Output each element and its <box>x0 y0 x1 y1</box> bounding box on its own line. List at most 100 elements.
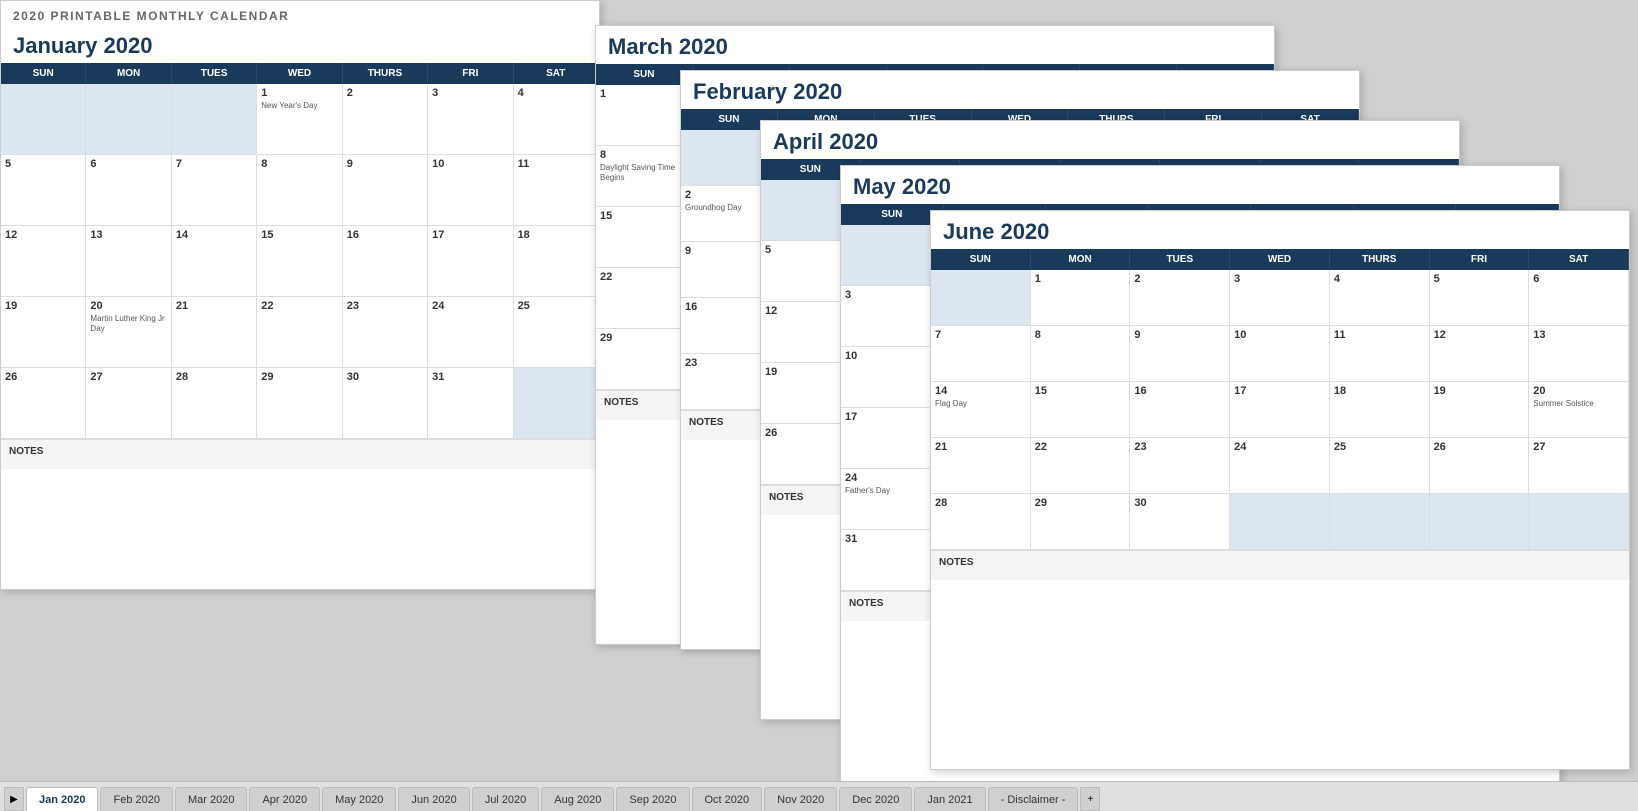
table-row: 19 20 Martin Luther King Jr Day 21 22 23… <box>1 297 599 368</box>
list-item: 29 <box>257 368 342 438</box>
jan-day-thu: THURS <box>343 63 428 84</box>
tab-jan-2021[interactable]: Jan 2021 <box>914 787 985 811</box>
list-item: 15 <box>596 207 693 267</box>
june-calendar: June 2020 SUN MON TUES WED THURS FRI SAT… <box>930 210 1630 770</box>
tab-scroll-left[interactable]: ▶ <box>4 787 24 811</box>
jan-day-tue: TUES <box>172 63 257 84</box>
list-item: 25 <box>514 297 599 367</box>
list-item <box>1230 494 1330 549</box>
june-notes: NOTES <box>931 550 1629 580</box>
list-item <box>86 84 171 154</box>
tab-aug-2020[interactable]: Aug 2020 <box>541 787 614 811</box>
tab-nov-2020[interactable]: Nov 2020 <box>764 787 837 811</box>
march-title: March 2020 <box>596 26 1274 64</box>
list-item: 20 Summer Solstice <box>1529 382 1629 437</box>
tab-mar-2020[interactable]: Mar 2020 <box>175 787 247 811</box>
main-content: 2020 PRINTABLE MONTHLY CALENDAR January … <box>0 0 1638 781</box>
june-body: 1 2 3 4 5 6 7 8 9 10 11 12 13 <box>931 270 1629 550</box>
tab-disclaimer[interactable]: - Disclaimer - <box>988 787 1079 811</box>
list-item: 14 Flag Day <box>931 382 1031 437</box>
list-item <box>931 270 1031 325</box>
list-item: 29 <box>1031 494 1131 549</box>
table-row: 28 29 30 <box>931 494 1629 550</box>
list-item: 12 <box>1 226 86 296</box>
page-super-title: 2020 PRINTABLE MONTHLY CALENDAR <box>1 1 599 25</box>
list-item: 17 <box>428 226 513 296</box>
list-item: 22 <box>1031 438 1131 493</box>
tab-jun-2020[interactable]: Jun 2020 <box>398 787 469 811</box>
list-item <box>1 84 86 154</box>
list-item: 6 <box>1529 270 1629 325</box>
list-item: 28 <box>931 494 1031 549</box>
list-item: 22 <box>257 297 342 367</box>
list-item: 11 <box>514 155 599 225</box>
list-item: 31 <box>841 530 944 590</box>
table-row: 7 8 9 10 11 12 13 <box>931 326 1629 382</box>
list-item: 7 <box>172 155 257 225</box>
list-item: 10 <box>428 155 513 225</box>
january-body: 1 New Year's Day 2 3 4 5 6 7 8 9 10 11 <box>1 84 599 439</box>
jan-day-wed: WED <box>257 63 342 84</box>
list-item: 19 <box>1430 382 1530 437</box>
list-item: 22 <box>596 268 693 328</box>
june-header: SUN MON TUES WED THURS FRI SAT <box>931 249 1629 270</box>
january-header: SUN MON TUES WED THURS FRI SAT <box>1 63 599 84</box>
list-item: 31 <box>428 368 513 438</box>
tab-dec-2020[interactable]: Dec 2020 <box>839 787 912 811</box>
january-title: January 2020 <box>1 25 599 63</box>
tab-jul-2020[interactable]: Jul 2020 <box>472 787 540 811</box>
list-item: 24 <box>1230 438 1330 493</box>
list-item: 9 <box>1130 326 1230 381</box>
list-item: 27 <box>1529 438 1629 493</box>
list-item <box>172 84 257 154</box>
tab-jan-2020[interactable]: Jan 2020 <box>26 787 98 811</box>
list-item: 8 <box>1031 326 1131 381</box>
jan-day-mon: MON <box>86 63 171 84</box>
list-item: 23 <box>343 297 428 367</box>
jan-day-sat: SAT <box>514 63 599 84</box>
january-calendar: 2020 PRINTABLE MONTHLY CALENDAR January … <box>0 0 600 590</box>
list-item: 8 Daylight Saving Time Begins <box>596 146 693 206</box>
tab-scroll-right[interactable]: + <box>1080 787 1100 811</box>
list-item: 24 <box>428 297 513 367</box>
list-item <box>1529 494 1629 549</box>
list-item: 4 <box>1330 270 1430 325</box>
tab-sep-2020[interactable]: Sep 2020 <box>616 787 689 811</box>
list-item: 18 <box>1330 382 1430 437</box>
april-title: April 2020 <box>761 121 1459 159</box>
list-item: 27 <box>86 368 171 438</box>
table-row: 21 22 23 24 25 26 27 <box>931 438 1629 494</box>
list-item: 28 <box>172 368 257 438</box>
list-item: 26 <box>1 368 86 438</box>
list-item: 16 <box>343 226 428 296</box>
table-row: 1 New Year's Day 2 3 4 <box>1 84 599 155</box>
tab-bar: ▶ Jan 2020 Feb 2020 Mar 2020 Apr 2020 Ma… <box>0 781 1638 811</box>
tab-oct-2020[interactable]: Oct 2020 <box>692 787 763 811</box>
list-item: 6 <box>86 155 171 225</box>
list-item: 26 <box>1430 438 1530 493</box>
list-item <box>1330 494 1430 549</box>
list-item: 12 <box>1430 326 1530 381</box>
list-item: 10 <box>1230 326 1330 381</box>
tab-apr-2020[interactable]: Apr 2020 <box>249 787 320 811</box>
list-item: 15 <box>1031 382 1131 437</box>
table-row: 5 6 7 8 9 10 11 <box>1 155 599 226</box>
table-row: 12 13 14 15 16 17 18 <box>1 226 599 297</box>
february-title: February 2020 <box>681 71 1359 109</box>
list-item <box>1430 494 1530 549</box>
list-item: 16 <box>1130 382 1230 437</box>
list-item: 29 <box>596 329 693 389</box>
list-item: 1 New Year's Day <box>257 84 342 154</box>
list-item: 3 <box>428 84 513 154</box>
list-item: 15 <box>257 226 342 296</box>
app-container: 2020 PRINTABLE MONTHLY CALENDAR January … <box>0 0 1638 811</box>
tab-may-2020[interactable]: May 2020 <box>322 787 396 811</box>
tab-feb-2020[interactable]: Feb 2020 <box>100 787 172 811</box>
table-row: 26 27 28 29 30 31 <box>1 368 599 439</box>
list-item: 20 Martin Luther King Jr Day <box>86 297 171 367</box>
list-item: 3 <box>1230 270 1330 325</box>
list-item: 3 <box>841 286 944 346</box>
list-item: 5 <box>1430 270 1530 325</box>
list-item: 7 <box>931 326 1031 381</box>
list-item: 30 <box>1130 494 1230 549</box>
